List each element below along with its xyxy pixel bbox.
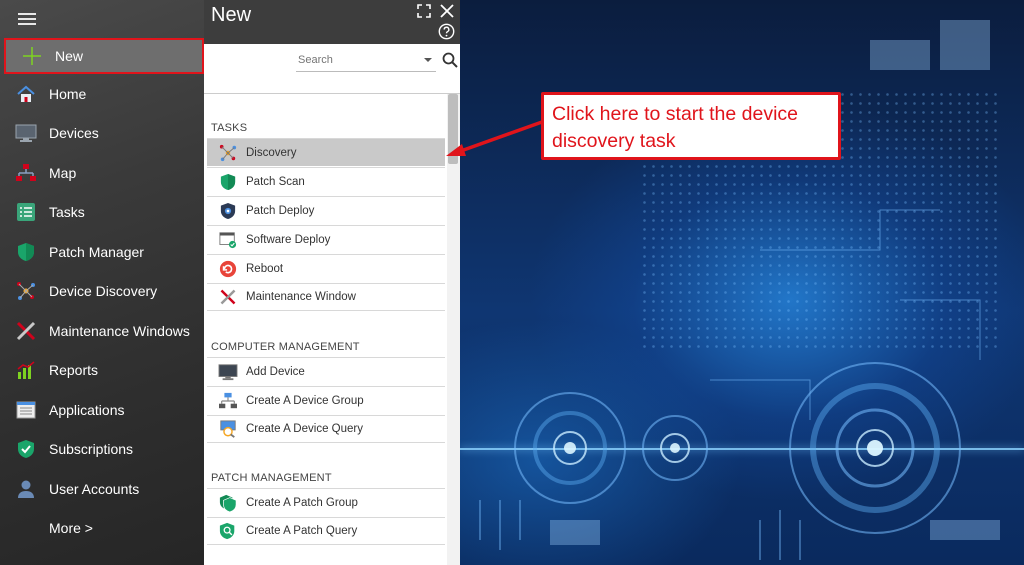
home-icon	[14, 82, 38, 106]
sidebar-item-label: Devices	[49, 125, 99, 141]
sidebar-item-label: Applications	[49, 402, 125, 418]
circuit-art	[479, 20, 1000, 560]
sidebar-item-label: New	[55, 48, 84, 64]
menu-item-discovery[interactable]: Discovery	[207, 138, 445, 166]
menu-item-label: Patch Deploy	[246, 204, 315, 217]
expand-icon[interactable]	[417, 4, 433, 20]
sidebar-item-maintenance-windows[interactable]: Maintenance Windows	[0, 312, 204, 350]
sidebar-item-label: Reports	[49, 362, 99, 378]
menu-item-label: Create A Patch Group	[246, 496, 358, 509]
background-image	[460, 0, 1024, 565]
subscriptions-icon	[14, 437, 38, 461]
applications-icon	[14, 398, 38, 422]
menu-item-patch-deploy[interactable]: Patch Deploy	[207, 196, 445, 224]
reboot-icon	[218, 259, 238, 279]
patch-query-icon	[218, 521, 238, 541]
sidebar-item-more[interactable]: More >	[0, 509, 204, 547]
menu-item-create-patch-query[interactable]: Create A Patch Query	[207, 517, 445, 545]
section-heading-patch-management: PATCH MANAGEMENT	[211, 472, 332, 484]
sidebar-item-label: Tasks	[49, 204, 85, 220]
sidebar-item-label: Subscriptions	[49, 441, 134, 457]
chevron-down-icon[interactable]	[424, 58, 432, 62]
patch-group-icon	[218, 493, 238, 513]
new-panel: New TASKS Discovery Patch Scan	[204, 0, 460, 565]
search-box	[296, 50, 436, 72]
sidebar-item-subscriptions[interactable]: Subscriptions	[0, 430, 204, 468]
sidebar-item-patch-manager[interactable]: Patch Manager	[0, 233, 204, 271]
menu-item-maintenance-window[interactable]: Maintenance Window	[207, 283, 445, 311]
sidebar-item-tasks[interactable]: Tasks	[0, 193, 204, 231]
sidebar-item-label: More >	[49, 520, 93, 536]
sidebar-item-label: Map	[49, 165, 77, 181]
menu-item-create-device-query[interactable]: Create A Device Query	[207, 415, 445, 443]
menu-item-label: Maintenance Window	[246, 291, 356, 303]
sidebar-item-device-discovery[interactable]: Device Discovery	[0, 272, 204, 310]
close-icon[interactable]	[440, 4, 456, 20]
section-heading-computer-management: COMPUTER MANAGEMENT	[211, 341, 360, 353]
bar-chart-icon	[14, 358, 38, 382]
tools-icon	[218, 287, 238, 307]
menu-item-patch-scan[interactable]: Patch Scan	[207, 167, 445, 195]
sidebar-item-home[interactable]: Home	[0, 75, 204, 113]
callout-line-1: Click here to start the device	[552, 103, 799, 125]
menu-item-label: Reboot	[246, 262, 284, 275]
hamburger-menu-icon[interactable]	[18, 12, 36, 26]
sidebar-item-applications[interactable]: Applications	[0, 391, 204, 429]
scrollbar-track[interactable]	[447, 94, 460, 565]
plus-icon	[20, 44, 44, 68]
sidebar-item-map[interactable]: Map	[0, 154, 204, 192]
menu-item-label: Software Deploy	[246, 233, 331, 246]
sidebar-item-user-accounts[interactable]: User Accounts	[0, 470, 204, 508]
menu-item-create-patch-group[interactable]: Create A Patch Group	[207, 488, 445, 516]
tasks-icon	[14, 200, 38, 224]
menu-item-software-deploy[interactable]: Software Deploy	[207, 225, 445, 253]
discovery-icon	[218, 143, 238, 163]
software-deploy-icon	[218, 230, 238, 250]
panel-header: New	[204, 0, 460, 44]
menu-item-label: Create A Patch Query	[246, 525, 358, 537]
sidebar-item-new[interactable]: New	[4, 38, 204, 74]
callout-arrow	[446, 120, 543, 156]
menu-item-label: Discovery	[246, 146, 297, 159]
tools-icon	[14, 319, 38, 343]
monitor-icon	[218, 362, 238, 382]
help-icon[interactable]	[438, 23, 455, 40]
sidebar-item-label: Patch Manager	[49, 244, 144, 260]
menu-item-reboot[interactable]: Reboot	[207, 254, 445, 282]
menu-item-label: Create A Device Query	[246, 423, 363, 435]
discovery-icon	[14, 279, 38, 303]
search-input[interactable]	[296, 50, 416, 70]
callout-box: Click here to start the device discovery…	[541, 92, 841, 160]
menu-item-create-device-group[interactable]: Create A Device Group	[207, 386, 445, 414]
monitor-icon	[14, 121, 38, 145]
device-query-icon	[218, 419, 238, 439]
sidebar-item-devices[interactable]: Devices	[0, 114, 204, 152]
device-group-icon	[218, 391, 238, 411]
search-icon[interactable]	[442, 52, 458, 68]
sidebar-item-label: Device Discovery	[49, 283, 158, 299]
menu-item-label: Create A Device Group	[246, 394, 364, 407]
user-icon	[14, 477, 38, 501]
panel-title: New	[211, 4, 252, 26]
sidebar-item-label: Home	[49, 86, 87, 102]
shield-icon	[14, 240, 38, 264]
menu-item-label: Patch Scan	[246, 175, 305, 188]
map-icon	[14, 161, 38, 185]
sidebar-item-reports[interactable]: Reports	[0, 351, 204, 389]
callout-line-2: discovery task	[552, 130, 676, 152]
sidebar-item-label: User Accounts	[49, 481, 140, 497]
menu-item-label: Add Device	[246, 365, 305, 378]
patch-deploy-icon	[218, 201, 238, 221]
menu-item-add-device[interactable]: Add Device	[207, 357, 445, 385]
sidebar: New Home Devices Map Tasks Patch Manager	[0, 0, 204, 565]
sidebar-item-label: Maintenance Windows	[49, 323, 190, 339]
section-heading-tasks: TASKS	[211, 122, 248, 134]
shield-icon	[218, 172, 238, 192]
